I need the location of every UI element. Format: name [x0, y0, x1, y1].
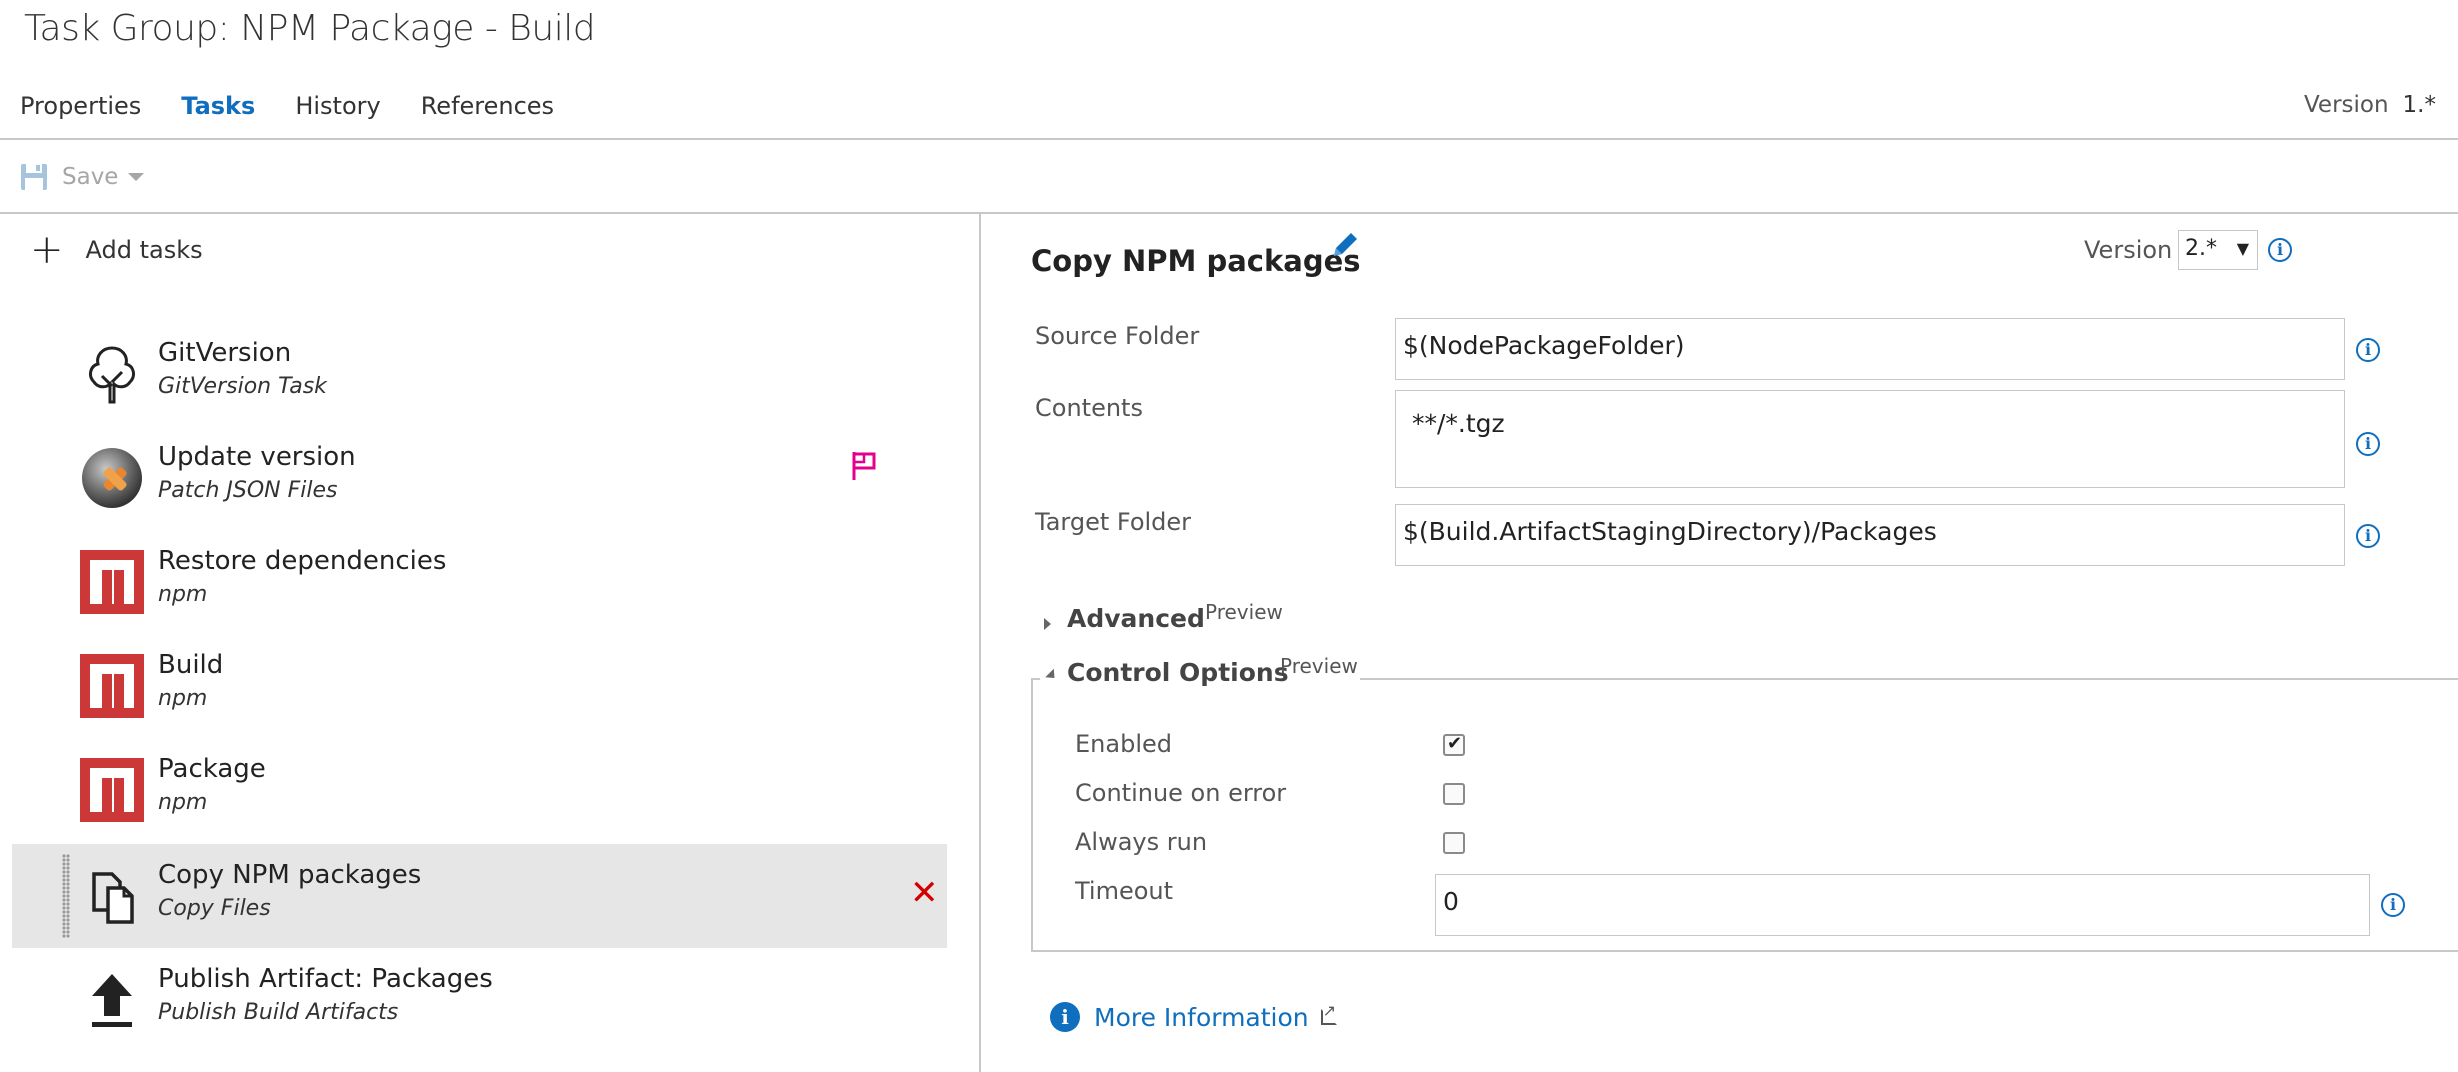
external-link-icon [1320, 1001, 1337, 1025]
info-icon[interactable]: i [2356, 338, 2380, 362]
add-tasks-label: Add tasks [85, 236, 203, 264]
more-information-link[interactable]: i More Information [1050, 1001, 1337, 1032]
header-version-label: Version [2303, 92, 2389, 118]
target-folder-input[interactable]: $(Build.ArtifactStagingDirectory)/Packag… [1395, 504, 2345, 566]
advanced-preview-badge: Preview [1205, 600, 1283, 624]
task-item-build[interactable]: Build npm [12, 634, 947, 738]
timeout-input[interactable]: 0 [1435, 874, 2370, 936]
task-item-restore-dependencies[interactable]: Restore dependencies npm [12, 530, 947, 634]
tab-references[interactable]: References [421, 90, 554, 130]
tab-properties[interactable]: Properties [20, 90, 141, 130]
pencil-icon[interactable] [1330, 230, 1360, 260]
target-folder-label: Target Folder [1035, 508, 1192, 536]
page-title: Task Group: NPM Package - Build [24, 8, 596, 49]
chevron-down-icon[interactable] [128, 173, 145, 181]
header-version: Version 1.* [2304, 92, 2436, 118]
info-icon[interactable]: i [2268, 238, 2292, 262]
source-folder-input[interactable]: $(NodePackageFolder) [1395, 318, 2345, 380]
add-tasks-button[interactable]: + Add tasks [30, 227, 203, 273]
tab-tasks[interactable]: Tasks [181, 90, 255, 130]
task-subtitle: Copy Files [158, 896, 271, 921]
upload-icon [92, 974, 132, 1027]
tree-icon [89, 346, 135, 404]
panel-divider[interactable] [979, 214, 981, 1072]
task-version-select[interactable]: 2.* ▼ [2178, 230, 2258, 270]
more-information-label: More Information [1094, 1002, 1309, 1032]
task-item-gitversion[interactable]: GitVersion GitVersion Task [12, 322, 947, 426]
tab-bar: Properties Tasks History References [20, 90, 594, 130]
control-options-preview-badge: Preview [1280, 654, 1358, 678]
task-name: Copy NPM packages [158, 860, 422, 890]
info-icon[interactable]: i [2356, 524, 2380, 548]
task-item-package[interactable]: Package npm [12, 738, 947, 842]
task-item-copy-npm-packages[interactable]: Copy NPM packages Copy Files ✕ [12, 844, 947, 948]
control-options-header[interactable]: Control Options [1067, 658, 1289, 687]
patch-icon [82, 448, 142, 508]
task-subtitle: npm [158, 686, 208, 711]
source-folder-label: Source Folder [1035, 322, 1200, 350]
info-icon[interactable]: i [2356, 432, 2380, 456]
header-version-value: 1.* [2402, 92, 2436, 118]
contents-textarea[interactable]: **/*.tgz [1395, 390, 2345, 488]
task-subtitle: npm [158, 790, 208, 815]
always-run-checkbox[interactable] [1443, 832, 1465, 854]
advanced-header[interactable]: Advanced [1067, 604, 1205, 633]
flag-icon [852, 452, 876, 480]
task-item-publish-artifact[interactable]: Publish Artifact: Packages Publish Build… [12, 948, 947, 1052]
drag-handle[interactable] [62, 854, 70, 938]
task-name: Update version [158, 442, 356, 472]
save-button[interactable]: Save [20, 160, 145, 194]
task-item-update-version[interactable]: Update version Patch JSON Files [12, 426, 947, 530]
task-subtitle: GitVersion Task [158, 374, 327, 399]
continue-on-error-label: Continue on error [1075, 779, 1287, 807]
task-name: Package [158, 754, 266, 784]
task-name: GitVersion [158, 338, 292, 368]
tab-history[interactable]: History [295, 90, 380, 130]
npm-icon [80, 758, 144, 822]
task-version-value: 2.* [2185, 236, 2217, 261]
task-name: Build [158, 650, 224, 680]
divider [0, 138, 2458, 140]
npm-icon [80, 654, 144, 718]
save-icon [21, 164, 47, 190]
task-version-label: Version [2084, 236, 2173, 264]
plus-icon: + [30, 227, 64, 273]
task-name: Publish Artifact: Packages [158, 964, 493, 994]
enabled-checkbox[interactable] [1443, 733, 1465, 756]
info-icon[interactable]: i [2381, 893, 2405, 917]
remove-task-icon[interactable]: ✕ [910, 876, 939, 910]
task-name: Restore dependencies [158, 546, 447, 576]
timeout-label: Timeout [1075, 877, 1174, 905]
divider [0, 212, 2458, 214]
contents-label: Contents [1035, 394, 1143, 422]
task-subtitle: npm [158, 582, 208, 607]
dropdown-arrow-icon: ▼ [2236, 239, 2249, 258]
task-detail-title: Copy NPM packages [1031, 244, 1361, 278]
always-run-label: Always run [1075, 828, 1208, 856]
task-subtitle: Publish Build Artifacts [158, 1000, 399, 1025]
task-subtitle: Patch JSON Files [158, 478, 338, 503]
enabled-label: Enabled [1075, 730, 1172, 758]
continue-on-error-checkbox[interactable] [1443, 783, 1465, 805]
caret-right-icon [1044, 618, 1051, 630]
info-icon: i [1050, 1002, 1080, 1032]
npm-icon [80, 550, 144, 614]
copy-files-icon [92, 872, 134, 924]
save-label: Save [62, 164, 119, 190]
